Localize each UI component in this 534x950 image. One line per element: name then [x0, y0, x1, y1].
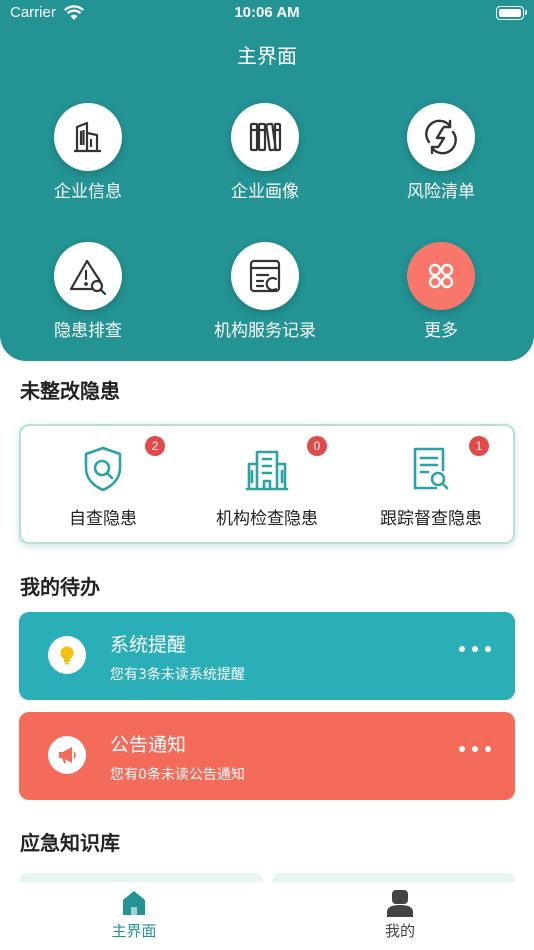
more-icon[interactable]: [459, 644, 491, 654]
hazard-card: 自查隐患 2 机构检查隐患 0 跟踪督查隐患 1: [19, 424, 515, 544]
grid-label: 企业画像: [231, 182, 299, 202]
building-icon: [54, 103, 122, 171]
tab-label: 我的: [384, 922, 415, 940]
warning-search-icon: [54, 242, 122, 310]
status-bar: Carrier 10:06 AM: [0, 0, 534, 28]
grid-item-service-records[interactable]: 机构服务记录: [185, 242, 345, 341]
count-badge: 0: [307, 436, 327, 456]
todo-subtitle: 您有0条未读公告通知: [110, 767, 245, 783]
office-building-icon: [242, 444, 292, 494]
document-search-icon: [406, 444, 456, 494]
header-panel: Carrier 10:06 AM 主界面 企业信息 企业画像 风险清单 隐患排查…: [0, 0, 534, 361]
page-title: 主界面: [237, 44, 297, 68]
home-icon: [119, 888, 149, 918]
lightbulb-icon: [48, 636, 86, 674]
books-icon: [231, 103, 299, 171]
lightning-refresh-icon: [407, 103, 475, 171]
count-badge: 1: [469, 436, 489, 456]
hazard-label: 自查隐患: [69, 509, 137, 529]
tab-label: 主界面: [111, 922, 157, 940]
section-title-knowledge: 应急知识库: [20, 831, 120, 855]
hazard-item-self-check[interactable]: 自查隐患 2: [23, 436, 183, 529]
document-edit-icon: [231, 242, 299, 310]
shield-search-icon: [78, 444, 128, 494]
tab-bar: 主界面 我的: [0, 882, 534, 950]
tab-home[interactable]: 主界面: [74, 888, 194, 941]
more-icon[interactable]: [459, 744, 491, 754]
section-title-hazards: 未整改隐患: [20, 379, 120, 403]
hazard-label: 跟踪督查隐患: [380, 509, 482, 529]
grid-label: 企业信息: [54, 182, 122, 202]
grid-label: 机构服务记录: [214, 321, 316, 341]
user-icon: [385, 888, 415, 918]
grid-item-more[interactable]: 更多: [361, 242, 521, 341]
status-time: 10:06 AM: [234, 4, 300, 21]
section-title-todos: 我的待办: [20, 575, 100, 599]
grid-item-hazard-inspection[interactable]: 隐患排查: [8, 242, 168, 341]
grid-item-company-profile[interactable]: 企业画像: [185, 103, 345, 202]
grid-label: 隐患排查: [54, 321, 122, 341]
todo-title: 系统提醒: [110, 634, 187, 656]
todo-subtitle: 您有3条未读系统提醒: [110, 667, 245, 683]
megaphone-icon: [48, 736, 86, 774]
battery-icon: [496, 6, 527, 20]
grid-item-risk-list[interactable]: 风险清单: [361, 103, 521, 202]
grid-label: 风险清单: [407, 182, 475, 202]
hazard-label: 机构检查隐患: [216, 509, 318, 529]
hazard-item-agency-check[interactable]: 机构检查隐患 0: [187, 436, 347, 529]
count-badge: 2: [145, 436, 165, 456]
apps-grid-icon: [407, 242, 475, 310]
todo-card-announcement[interactable]: 公告通知 您有0条未读公告通知: [19, 712, 515, 800]
todo-card-system-reminder[interactable]: 系统提醒 您有3条未读系统提醒: [19, 612, 515, 700]
tab-profile[interactable]: 我的: [340, 888, 460, 941]
grid-item-company-info[interactable]: 企业信息: [8, 103, 168, 202]
todo-title: 公告通知: [110, 734, 187, 756]
grid-label: 更多: [424, 321, 458, 341]
hazard-item-tracking-supervision[interactable]: 跟踪督查隐患 1: [351, 436, 511, 529]
